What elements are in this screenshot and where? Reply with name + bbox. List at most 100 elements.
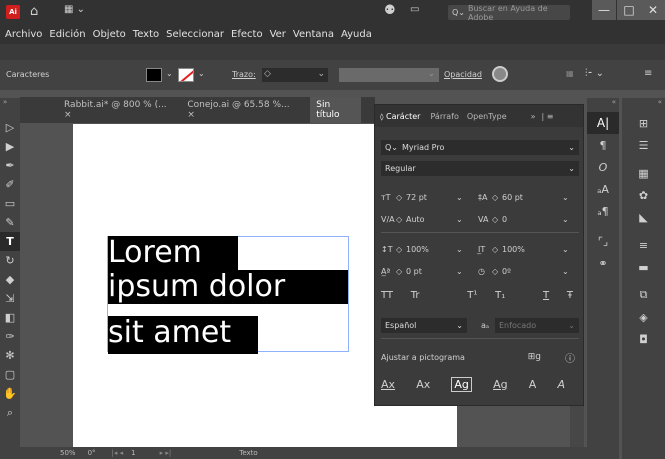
menu-seleccionar[interactable]: Seleccionar [166, 29, 224, 40]
selection-tool-icon[interactable]: ▷ [0, 118, 20, 137]
vertical-scale-field[interactable]: 100% [406, 245, 456, 254]
help-search-input[interactable]: Q⌄ Buscar en Ayuda de Adobe [448, 4, 570, 22]
kerning-field[interactable]: Auto [406, 215, 456, 224]
properties-icon[interactable]: ⊞ [622, 112, 665, 134]
rectangle-tool-icon[interactable]: ▭ [0, 194, 20, 213]
chevron-down-icon[interactable]: ⌄ [456, 245, 478, 254]
graphic-styles-icon[interactable]: ◘ [622, 328, 665, 350]
opentype-panel-icon[interactable]: O [587, 156, 619, 178]
superscript-button[interactable]: T¹ [467, 290, 477, 301]
artboard-tool-icon[interactable]: ▢ [0, 365, 20, 384]
recolor-icon[interactable] [492, 66, 508, 82]
menu-ayuda[interactable]: Ayuda [341, 29, 372, 40]
stepper-icon[interactable]: ◇ [396, 267, 406, 276]
pen-tool-icon[interactable]: ✒ [0, 156, 20, 175]
character-panel-icon[interactable]: A| [587, 112, 619, 134]
menu-ventana[interactable]: Ventana [293, 29, 334, 40]
stroke-weight-field[interactable]: ◇ ⌄ [262, 68, 328, 82]
text-line-2[interactable]: ipsum dolor [108, 270, 348, 304]
menu-archivo[interactable]: Archivo [5, 29, 42, 40]
strikethrough-button[interactable]: Ŧ [567, 290, 573, 301]
symbols-icon[interactable]: ◣ [622, 206, 665, 228]
hand-tool-icon[interactable]: ✋ [0, 384, 20, 403]
arrange-documents-icon[interactable]: ▭ [410, 4, 419, 15]
opacity-label[interactable]: Opacidad [444, 70, 482, 79]
chevron-down-icon[interactable]: ⌄ [562, 245, 569, 254]
text-line-1[interactable]: Lorem [108, 236, 238, 270]
shape-builder-tool-icon[interactable]: ◧ [0, 308, 20, 327]
tracking-field[interactable]: 0 [502, 215, 562, 224]
stepper-icon[interactable]: ◇ [492, 215, 502, 224]
tab-opentype[interactable]: OpenType [467, 112, 507, 121]
layers-icon[interactable]: ☰ [622, 134, 665, 156]
language-select[interactable]: Español ⌄ [381, 317, 467, 333]
snap-glyph-bounds-button[interactable]: Ag [451, 376, 472, 392]
small-caps-button[interactable]: Tr [411, 290, 420, 301]
next-artboard-icon[interactable]: ▸ ▸| [160, 449, 172, 457]
direct-selection-tool-icon[interactable]: ▶ [0, 137, 20, 156]
links-icon[interactable]: ⚭ [587, 252, 619, 274]
antialias-select[interactable]: Enfocado ⌄ [495, 317, 579, 333]
transform-icon[interactable]: ⌜⌟ [587, 230, 619, 252]
type-tool-icon[interactable]: T [0, 232, 20, 251]
gradient-icon[interactable]: ▬ [622, 256, 665, 278]
artboard-number[interactable]: 1 [131, 449, 135, 457]
menu-edicion[interactable]: Edición [49, 29, 85, 40]
font-style-select[interactable]: Regular ⌄ [381, 160, 579, 176]
snap-proximity-button[interactable]: Ag [493, 378, 508, 391]
snap-xheight-button[interactable]: Ax [416, 378, 430, 391]
chevron-down-icon[interactable]: ⌄ [428, 69, 435, 78]
rotation-field[interactable]: 0º [502, 267, 562, 276]
symbol-sprayer-tool-icon[interactable]: ✻ [0, 346, 20, 365]
tab-parrafo[interactable]: Párrafo [430, 112, 458, 121]
tab-rabbit[interactable]: Rabbit.ai* @ 800 % (... × [64, 100, 173, 120]
close-tab-icon[interactable]: × [187, 110, 195, 120]
close-button[interactable]: ✕ [641, 0, 665, 20]
paragraph-styles-icon[interactable]: ₐ¶ [587, 200, 619, 222]
chevron-down-icon[interactable]: ⌄ [456, 267, 478, 276]
eraser-tool-icon[interactable]: ◆ [0, 270, 20, 289]
stroke-panel-icon[interactable]: ≡ [622, 234, 665, 256]
stepper-icon[interactable]: ◇ [492, 267, 502, 276]
character-styles-icon[interactable]: ₐA [587, 178, 619, 200]
stepper-icon[interactable]: ◇ [492, 193, 502, 202]
collapse-icon[interactable]: » [0, 98, 20, 118]
panel-overflow-icon[interactable]: » [531, 112, 536, 121]
pencil-tool-icon[interactable]: ✎ [0, 213, 20, 232]
zoom-level[interactable]: 50% [60, 449, 76, 457]
minimize-button[interactable]: — [592, 0, 616, 20]
menu-texto[interactable]: Texto [133, 29, 159, 40]
collapse-icon[interactable]: « [622, 98, 665, 112]
panel-menu-icon[interactable]: ≡ [644, 68, 652, 79]
menu-efecto[interactable]: Efecto [231, 29, 263, 40]
fill-swatch[interactable] [146, 68, 162, 82]
tab-sin-titulo[interactable]: Sin título [310, 97, 362, 123]
horizontal-scale-field[interactable]: 100% [502, 245, 562, 254]
stepper-icon[interactable]: ◇ [396, 193, 406, 202]
menu-ver[interactable]: Ver [270, 29, 286, 40]
tab-caracter[interactable]: ◊ Carácter [380, 112, 420, 121]
chevron-down-icon[interactable]: ⌄ [456, 215, 478, 224]
appearance-icon[interactable]: ◈ [622, 306, 665, 328]
subscript-button[interactable]: T₁ [495, 290, 505, 301]
chevron-down-icon[interactable]: ⌄ [317, 69, 325, 79]
font-size-field[interactable]: 72 pt [406, 193, 456, 202]
panel-menu-icon[interactable]: | ≡ [542, 112, 554, 121]
brushes-icon[interactable]: ✿ [622, 184, 665, 206]
menu-objeto[interactable]: Objeto [93, 29, 126, 40]
grid-icon[interactable]: ▦ [566, 69, 574, 78]
align-icon[interactable]: ⫶⁃ ⌄ [585, 68, 604, 79]
info-icon[interactable]: ⓘ [565, 350, 575, 365]
text-line-3[interactable]: sit amet [108, 316, 258, 354]
home-icon[interactable]: ⌂ [30, 4, 38, 19]
workspace-switcher-icon[interactable]: ▦ ⌄ [64, 4, 85, 15]
collapse-icon[interactable]: « [587, 98, 619, 112]
glyph-guides-icon[interactable]: ⊞g [528, 352, 541, 362]
maximize-button[interactable]: □ [617, 0, 641, 20]
stepper-icon[interactable]: ◇ [396, 215, 406, 224]
chevron-down-icon[interactable]: ⌄ [562, 215, 569, 224]
swatches-icon[interactable]: ▦ [622, 162, 665, 184]
tab-conejo[interactable]: Conejo.ai @ 65.58 %... × [187, 100, 296, 120]
baseline-shift-field[interactable]: 0 pt [406, 267, 456, 276]
share-icon[interactable]: ⚉ [384, 3, 396, 18]
